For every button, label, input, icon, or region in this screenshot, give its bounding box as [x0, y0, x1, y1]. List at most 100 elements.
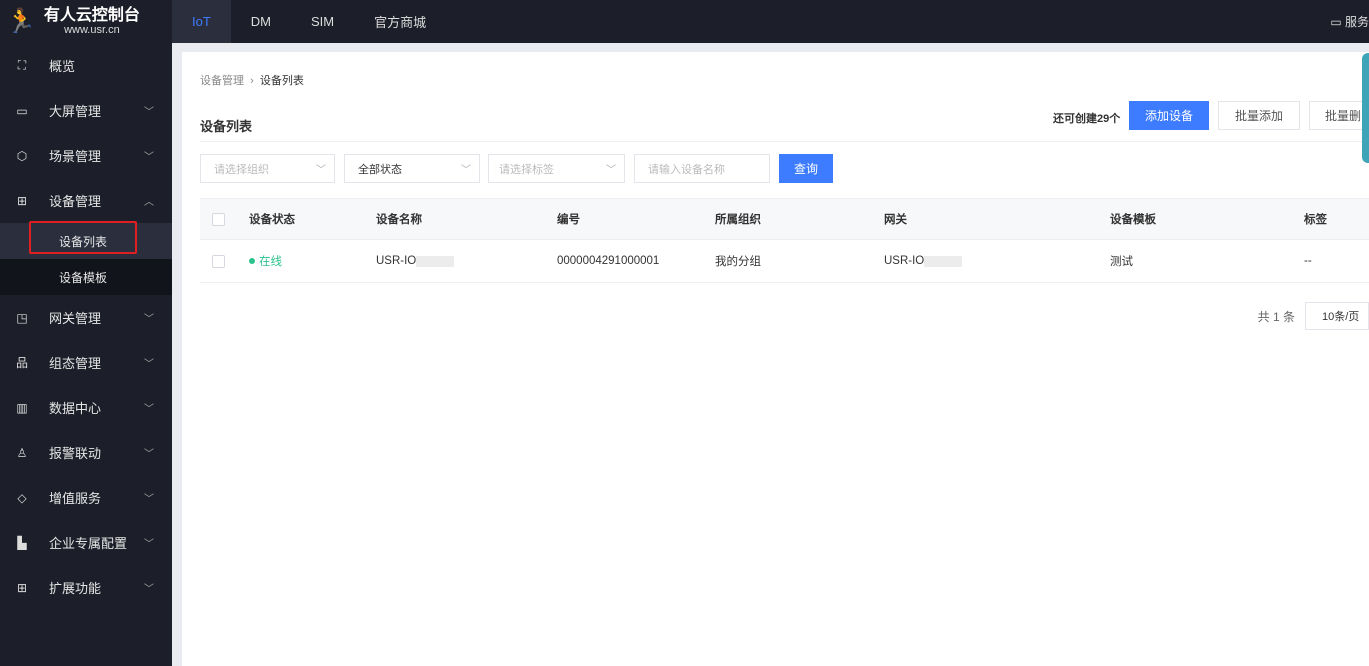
diamond-icon: ◇ [17, 490, 27, 505]
logo-figure-icon: 🏃 [6, 8, 36, 35]
table-header: 设备状态 设备名称 编号 所属组织 网关 设备模板 标签 [200, 198, 1369, 240]
sidebar: ⛶ 概览 ▭ 大屏管理 ﹀ ⬡ 场景管理 ﹀ ⊞ 设备管理 ︿ 设备列表 设备模板 ◳ 网关管理… [0, 43, 172, 666]
row-checkbox[interactable] [212, 254, 225, 268]
status-text: 在线 [259, 256, 282, 268]
brand-name: 有人云控制台 [43, 7, 140, 24]
sidebar-item-scene[interactable]: ⬡ 场景管理 ﹀ [0, 133, 172, 178]
chevron-down-icon: ﹀ [316, 165, 326, 176]
gateway-name: USR-IO [884, 255, 925, 267]
quota-text: 还可创建29个 [1053, 113, 1121, 125]
chevron-down-icon: ﹀ [144, 152, 154, 163]
breadcrumb: 设备管理 › 设备列表 [200, 75, 304, 87]
device-org: 我的分组 [715, 256, 761, 268]
online-dot-icon [249, 258, 255, 264]
tab-store[interactable]: 官方商城 [354, 0, 446, 43]
cube-icon: ⬡ [16, 148, 28, 163]
table-row[interactable]: 在线 USR-IO 0000004291000001 我的分组 USR-IO 测… [200, 240, 1369, 283]
message-icon: ▭ [1330, 15, 1345, 29]
sidebar-item-device[interactable]: ⊞ 设备管理 ︿ [0, 178, 172, 223]
sidebar-item-label: 组态管理 [49, 356, 102, 371]
sidebar-item-label: 数据中心 [49, 401, 102, 416]
device-icon: ⊞ [16, 193, 28, 208]
sidebar-item-label: 增值服务 [49, 491, 102, 506]
bar-chart-icon: ▥ [16, 400, 28, 415]
sidebar-item-enterprise[interactable]: ▙ 企业专属配置 ﹀ [0, 520, 172, 565]
batch-add-button[interactable]: 批量添加 [1218, 101, 1300, 130]
pagination: 共 1 条 10条/页 [1258, 302, 1369, 330]
floating-side-tab[interactable] [1362, 53, 1369, 163]
redacted-area [924, 255, 963, 267]
sidebar-item-label: 场景管理 [49, 149, 102, 164]
tab-iot[interactable]: IoT [172, 0, 231, 43]
tag-select[interactable]: 请选择标签 ﹀ [488, 154, 625, 183]
device-name-input[interactable]: 请输入设备名称 [634, 154, 770, 183]
breadcrumb-current: 设备列表 [259, 75, 304, 87]
logo[interactable]: 🏃 有人云控制台 www.usr.cn [0, 0, 172, 43]
device-name-placeholder: 请输入设备名称 [648, 163, 725, 176]
sidebar-item-label: 网关管理 [49, 311, 102, 326]
add-device-button[interactable]: 添加设备 [1129, 101, 1209, 130]
sidebar-item-alarm[interactable]: ♙ 报警联动 ﹀ [0, 430, 172, 475]
sidebar-item-gateway[interactable]: ◳ 网关管理 ﹀ [0, 295, 172, 340]
chevron-down-icon: ﹀ [461, 165, 471, 176]
overview-icon: ⛶ [17, 58, 27, 72]
device-template: 测试 [1110, 256, 1133, 268]
column-header: 所属组织 [715, 214, 761, 226]
chevron-down-icon: ﹀ [144, 584, 154, 595]
topology-icon: 品 [15, 356, 28, 370]
chevron-down-icon: ﹀ [144, 314, 154, 325]
gateway-cell: USR-IO [884, 240, 963, 282]
service-link[interactable]: ▭ 服务 [1330, 13, 1369, 30]
query-button[interactable]: 查询 [779, 154, 833, 183]
building-icon: ▙ [17, 535, 27, 550]
column-header: 设备模板 [1110, 214, 1156, 226]
org-select[interactable]: 请选择组织 ﹀ [200, 154, 335, 183]
service-label: 服务 [1344, 15, 1369, 29]
status-select-value: 全部状态 [358, 163, 402, 176]
org-select-placeholder: 请选择组织 [214, 163, 269, 176]
sidebar-item-screen[interactable]: ▭ 大屏管理 ﹀ [0, 88, 172, 133]
device-name-cell[interactable]: USR-IO [376, 240, 455, 282]
tab-dm[interactable]: DM [231, 0, 291, 43]
page-size-select[interactable]: 10条/页 [1305, 302, 1369, 330]
chevron-down-icon: ﹀ [144, 404, 154, 415]
chevron-down-icon: ﹀ [144, 359, 154, 370]
chevron-down-icon: ﹀ [144, 449, 154, 460]
column-header: 设备名称 [376, 214, 422, 226]
total-count: 共 1 条 [1257, 309, 1295, 324]
highlight-annotation [29, 221, 137, 254]
page-title: 设备列表 [200, 119, 253, 134]
sidebar-item-vas[interactable]: ◇ 增值服务 ﹀ [0, 475, 172, 520]
chevron-down-icon: ﹀ [144, 539, 154, 550]
column-header: 标签 [1304, 214, 1327, 226]
sidebar-item-label: 大屏管理 [49, 104, 102, 119]
batch-delete-button[interactable]: 批量删 [1309, 101, 1369, 130]
gateway-icon: ◳ [16, 310, 28, 325]
column-header: 设备状态 [249, 214, 295, 226]
column-header: 编号 [557, 214, 580, 226]
chevron-down-icon: ﹀ [144, 107, 154, 118]
alarm-icon: ♙ [16, 445, 28, 460]
sidebar-item-overview[interactable]: ⛶ 概览 [0, 43, 172, 88]
tag-select-placeholder: 请选择标签 [499, 163, 554, 176]
breadcrumb-parent[interactable]: 设备管理 [200, 75, 244, 87]
column-header: 网关 [884, 214, 907, 226]
sidebar-item-label: 扩展功能 [49, 581, 102, 596]
sidebar-item-data[interactable]: ▥ 数据中心 ﹀ [0, 385, 172, 430]
select-all-checkbox[interactable] [212, 212, 225, 226]
chevron-up-icon: ︿ [144, 197, 154, 208]
divider [200, 141, 1369, 142]
sidebar-item-label: 企业专属配置 [49, 536, 128, 551]
status-select[interactable]: 全部状态 ﹀ [344, 154, 480, 183]
sidebar-item-topology[interactable]: 品 组态管理 ﹀ [0, 340, 172, 385]
sidebar-item-extensions[interactable]: ⊞ 扩展功能 ﹀ [0, 565, 172, 610]
brand-url: www.usr.cn [64, 24, 120, 36]
chevron-down-icon: ﹀ [144, 494, 154, 505]
screen-icon: ▭ [16, 103, 28, 118]
top-bar: 🏃 有人云控制台 www.usr.cn IoT DM SIM 官方商城 ▭ 服务 [0, 0, 1369, 43]
tab-sim[interactable]: SIM [291, 0, 354, 43]
device-number: 0000004291000001 [557, 255, 660, 267]
sidebar-subitem-device-template[interactable]: 设备模板 [0, 259, 172, 295]
grid-icon: ⊞ [16, 580, 28, 595]
redacted-area [416, 255, 455, 267]
